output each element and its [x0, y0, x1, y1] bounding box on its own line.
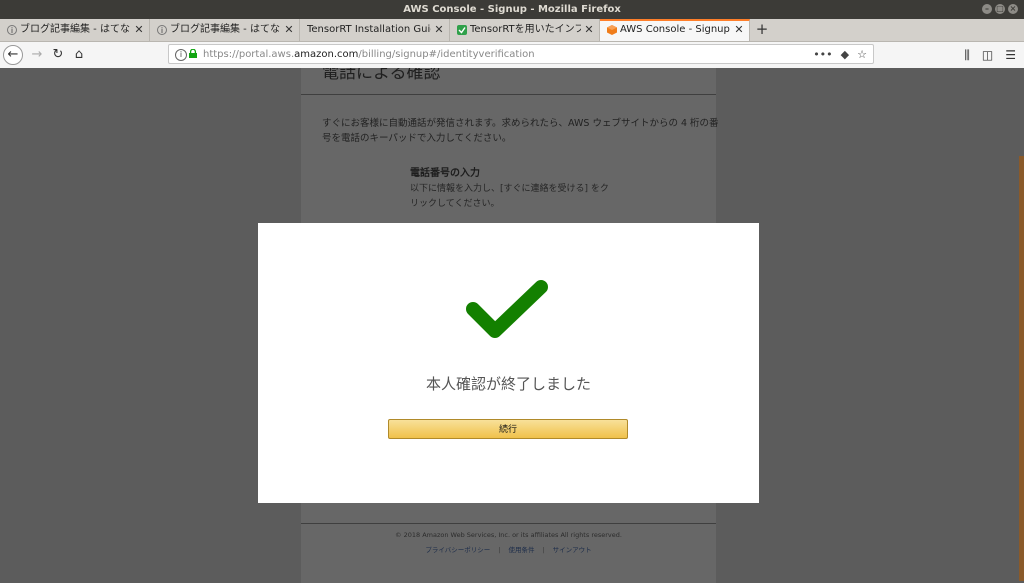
tab-bar: ブログ記事編集 - はてな ✕ ブログ記事編集 - はてな ✕ TensorRT… [0, 19, 1024, 42]
tab-aws-signup[interactable]: AWS Console - Signup ✕ [600, 19, 750, 41]
maximize-button[interactable]: □ [995, 4, 1005, 14]
new-tab-button[interactable]: + [754, 19, 770, 41]
tab-tensorrt-guide[interactable]: TensorRT Installation Guide ✕ [300, 19, 450, 41]
lock-icon [189, 49, 197, 58]
close-window-button[interactable]: × [1008, 4, 1018, 14]
aws-cube-icon [607, 25, 617, 35]
footer-divider [301, 523, 716, 524]
info-icon [7, 25, 17, 35]
tab-hatena-2[interactable]: ブログ記事編集 - はてな ✕ [150, 19, 300, 41]
copyright: © 2018 Amazon Web Services, Inc. or its … [395, 531, 622, 539]
minimize-button[interactable]: – [982, 4, 992, 14]
library-icon[interactable]: ⫼ [964, 45, 970, 65]
verification-complete-modal: 本人確認が終了しました 続行 [258, 223, 759, 503]
terms-link[interactable]: 使用条件 [508, 546, 534, 554]
toolbar-right: ⫼ ◫ ☰ [964, 45, 1016, 65]
menu-icon[interactable]: ☰ [1005, 45, 1016, 65]
tab-tensorrt-infer[interactable]: TensorRTを用いたインフ ✕ [450, 19, 600, 41]
page-actions-icon[interactable]: ••• [813, 45, 832, 64]
tab-hatena-1[interactable]: ブログ記事編集 - はてな ✕ [0, 19, 150, 41]
url-suffix: /billing/signup#/identityverification [358, 49, 535, 60]
info-icon [157, 25, 167, 35]
intro-text: すぐにお客様に自動通話が発信されます。求められたら、AWS ウェブサイトからの … [322, 118, 719, 144]
tab-label: ブログ記事編集 - はてな [170, 24, 280, 35]
window-controls: – □ × [982, 4, 1018, 14]
page-heading: 電話による確認 [322, 68, 441, 83]
privacy-link[interactable]: プライバシーポリシー [425, 546, 490, 554]
window-titlebar: AWS Console - Signup - Mozilla Firefox –… [0, 0, 1024, 19]
url-text: https://portal.aws.amazon.com/billing/si… [203, 45, 535, 64]
navigation-bar: ← → ↻ ⌂ i https://portal.aws.amazon.com/… [0, 42, 1024, 69]
signout-link[interactable]: サインアウト [553, 546, 592, 554]
home-button[interactable]: ⌂ [69, 45, 89, 65]
modal-title: 本人確認が終了しました [425, 375, 591, 393]
pocket-icon[interactable]: ◆ [841, 45, 849, 64]
close-tab-icon[interactable]: ✕ [283, 19, 295, 41]
green-square-icon [457, 25, 467, 35]
sidebar-icon[interactable]: ◫ [982, 45, 993, 65]
back-button[interactable]: ← [3, 45, 23, 65]
bookmark-star-icon[interactable]: ☆ [857, 45, 867, 64]
phone-heading: 電話番号の入力 [410, 168, 480, 179]
close-tab-icon[interactable]: ✕ [733, 21, 745, 39]
continue-button[interactable]: 続行 [388, 419, 628, 439]
reload-button[interactable]: ↻ [48, 45, 68, 65]
tab-label: ブログ記事編集 - はてな [20, 24, 130, 35]
checkmark-icon [466, 280, 548, 338]
url-actions: ••• ◆ ☆ [813, 45, 867, 64]
tab-label: TensorRT Installation Guide [307, 24, 431, 35]
url-prefix: https://portal.aws. [203, 49, 295, 60]
tab-label: TensorRTを用いたインフ [470, 24, 581, 35]
close-tab-icon[interactable]: ✕ [133, 19, 145, 41]
close-tab-icon[interactable]: ✕ [583, 19, 595, 41]
window-title: AWS Console - Signup - Mozilla Firefox [403, 4, 621, 15]
site-info-icon[interactable]: i [175, 49, 187, 61]
footer-links: プライバシーポリシー | 使用条件 | サインアウト [425, 546, 592, 554]
forward-button[interactable]: → [27, 45, 47, 65]
scrollbar[interactable] [1019, 156, 1024, 581]
close-tab-icon[interactable]: ✕ [433, 19, 445, 41]
url-domain: amazon.com [294, 49, 359, 60]
url-bar[interactable]: i https://portal.aws.amazon.com/billing/… [168, 44, 874, 64]
phone-instructions: 以下に情報を入力し、[すぐに連絡を受ける] をクリックしてください。 [410, 184, 609, 209]
divider [301, 94, 716, 95]
tab-label: AWS Console - Signup [620, 24, 730, 35]
